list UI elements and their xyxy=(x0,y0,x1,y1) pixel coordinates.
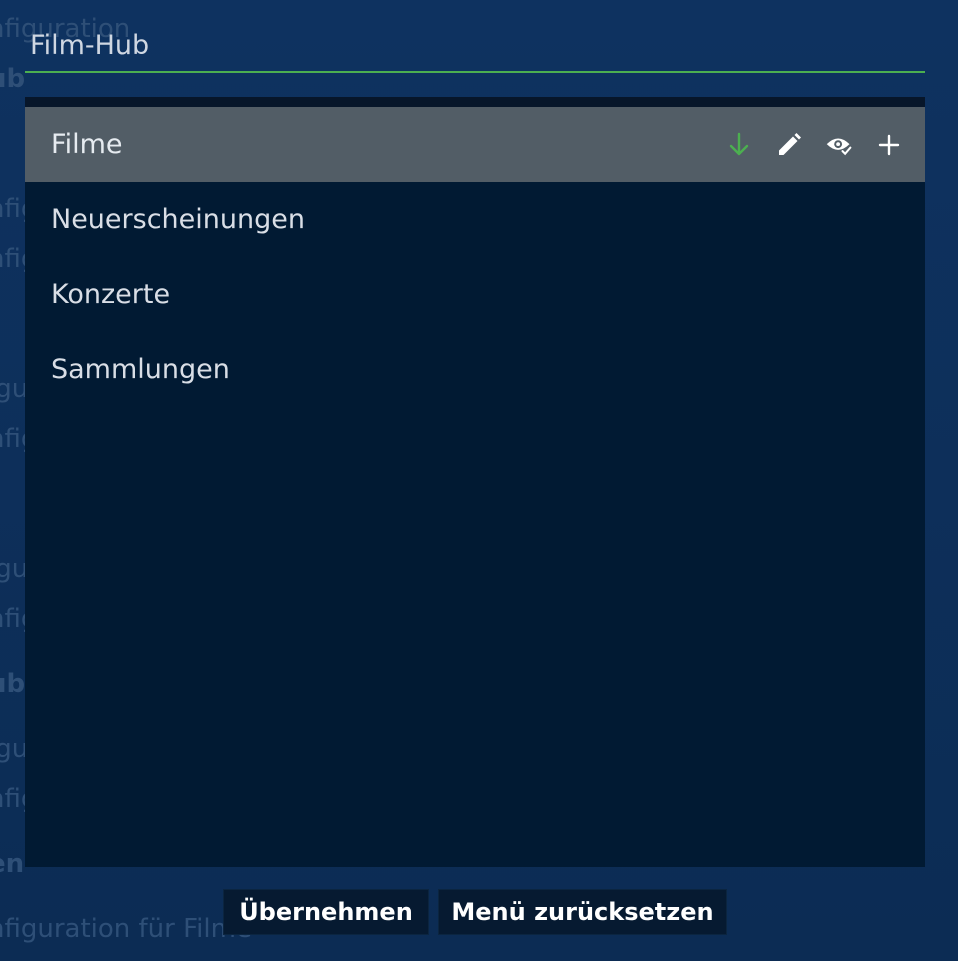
eye-check-icon[interactable] xyxy=(825,131,853,159)
background-text: en xyxy=(0,849,25,879)
menu-list-panel: Filme Neuerscheinungen Konzerte Sammlung… xyxy=(25,97,925,867)
plus-icon[interactable] xyxy=(875,131,903,159)
apply-button[interactable]: Übernehmen xyxy=(223,889,429,935)
menu-item-neuerscheinungen[interactable]: Neuerscheinungen xyxy=(25,182,925,257)
menu-item-sammlungen[interactable]: Sammlungen xyxy=(25,332,925,407)
menu-item-label: Neuerscheinungen xyxy=(51,204,305,235)
background-text: ub xyxy=(0,669,26,699)
item-actions xyxy=(725,107,903,182)
background-text: ub xyxy=(0,64,26,94)
title-underline xyxy=(25,71,925,73)
menu-item-label: Filme xyxy=(51,129,123,160)
background-text: nfiguration für Filme xyxy=(0,914,252,944)
pencil-icon[interactable] xyxy=(775,131,803,159)
dialog-title[interactable]: Film-Hub xyxy=(30,30,149,61)
reset-menu-button[interactable]: Menü zurücksetzen xyxy=(438,889,727,935)
arrow-down-icon[interactable] xyxy=(725,131,753,159)
menu-item-label: Sammlungen xyxy=(51,354,230,385)
menu-item-konzerte[interactable]: Konzerte xyxy=(25,257,925,332)
menu-item-filme[interactable]: Filme xyxy=(25,107,925,182)
menu-item-label: Konzerte xyxy=(51,279,171,310)
